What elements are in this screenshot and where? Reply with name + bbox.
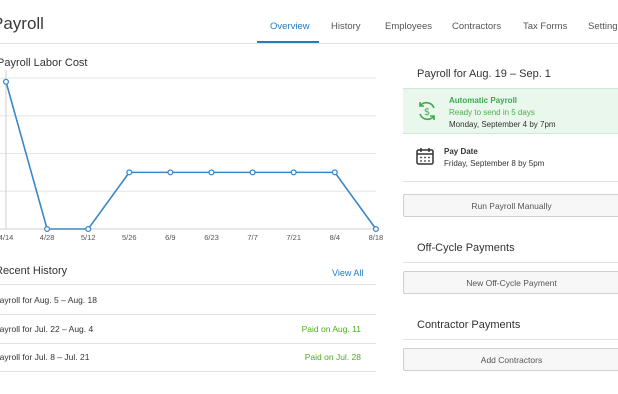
chart-point bbox=[249, 169, 256, 176]
tab-tax-forms[interactable]: Tax Forms bbox=[523, 21, 567, 32]
run-payroll-manually-label: Run Payroll Manually bbox=[471, 201, 552, 211]
contractor-payments-title: Contractor Payments bbox=[417, 319, 521, 331]
add-contractors-label: Add Contractors bbox=[480, 355, 543, 365]
chart-x-tick-label: 7/7 bbox=[247, 233, 257, 242]
history-row-name: Payroll for Jul. 8 – Jul. 21 bbox=[0, 352, 90, 362]
chart-x-tick-label: 8/4 bbox=[330, 233, 340, 242]
pay-date-panel: Pay Date Friday, September 8 by 5pm bbox=[403, 142, 618, 178]
divider bbox=[0, 371, 376, 372]
tab-employees[interactable]: Employees bbox=[385, 21, 432, 32]
off-cycle-title: Off-Cycle Payments bbox=[417, 242, 515, 254]
chart-x-tick-label: 6/9 bbox=[165, 233, 175, 242]
calendar-icon bbox=[416, 148, 434, 165]
labor-cost-chart: 4/14 4/28 5/12 5/26 6/9 6/23 7/7 7/21 8/4 8/18 bbox=[0, 70, 384, 242]
history-row-status: Paid on Jul. 28 bbox=[304, 352, 361, 362]
chart-point bbox=[126, 169, 133, 176]
pay-date-value: Friday, September 8 by 5pm bbox=[444, 159, 545, 168]
history-row[interactable]: Payroll for Aug. 5 – Aug. 18 bbox=[0, 285, 376, 314]
view-all-link[interactable]: View All bbox=[332, 268, 363, 278]
tab-contractors[interactable]: Contractors bbox=[452, 21, 501, 32]
chart-x-tick-label: 6/23 bbox=[204, 233, 219, 242]
run-payroll-manually-button[interactable]: Run Payroll Manually bbox=[403, 194, 618, 217]
history-row-name: Payroll for Jul. 22 – Aug. 4 bbox=[0, 324, 94, 334]
svg-text:$: $ bbox=[424, 107, 430, 118]
chart-point bbox=[208, 169, 215, 176]
add-contractors-button[interactable]: Add Contractors bbox=[403, 348, 618, 371]
automatic-payroll-label: Automatic Payroll bbox=[449, 96, 518, 105]
chart-x-tick-label: 4/14 bbox=[0, 233, 13, 242]
chart-point bbox=[372, 225, 379, 233]
recent-history-title: Recent History bbox=[0, 265, 68, 277]
history-row[interactable]: Payroll for Jul. 8 – Jul. 21 Paid on Jul… bbox=[0, 342, 376, 371]
chart-x-tick-label: 8/18 bbox=[369, 233, 384, 242]
automatic-payroll-panel: $ Automatic Payroll Ready to send in 5 d… bbox=[403, 88, 618, 134]
chart-series-line bbox=[5, 81, 377, 230]
history-row-status: Paid on Aug. 11 bbox=[301, 324, 361, 334]
divider bbox=[403, 339, 618, 340]
divider bbox=[403, 181, 618, 182]
pay-date-label: Pay Date bbox=[444, 147, 478, 156]
new-off-cycle-payment-button[interactable]: New Off-Cycle Payment bbox=[403, 271, 618, 294]
chart-point bbox=[290, 169, 297, 176]
current-payroll-title: Payroll for Aug. 19 – Sep. 1 bbox=[417, 68, 551, 80]
history-row-name: Payroll for Aug. 5 – Aug. 18 bbox=[0, 295, 98, 305]
chart-x-tick-label: 7/21 bbox=[286, 233, 301, 242]
new-off-cycle-payment-label: New Off-Cycle Payment bbox=[466, 278, 557, 288]
chart-point bbox=[85, 225, 92, 233]
divider bbox=[403, 262, 618, 263]
auto-refresh-dollar-icon: $ bbox=[419, 101, 435, 121]
history-row[interactable]: Payroll for Jul. 22 – Aug. 4 Paid on Aug… bbox=[0, 314, 376, 343]
chart-point bbox=[331, 169, 338, 176]
automatic-payroll-date: Monday, September 4 by 7pm bbox=[449, 120, 556, 129]
chart-x-tick-label: 5/26 bbox=[122, 233, 137, 242]
chart-x-tick-label: 4/28 bbox=[40, 233, 55, 242]
chart-point bbox=[2, 78, 10, 85]
chart-point bbox=[44, 225, 51, 233]
automatic-payroll-status: Ready to send in 5 days bbox=[449, 108, 535, 117]
chart-x-tick-label: 5/12 bbox=[81, 233, 96, 242]
chart-point bbox=[167, 169, 174, 176]
tab-settings[interactable]: Settings bbox=[588, 21, 618, 32]
